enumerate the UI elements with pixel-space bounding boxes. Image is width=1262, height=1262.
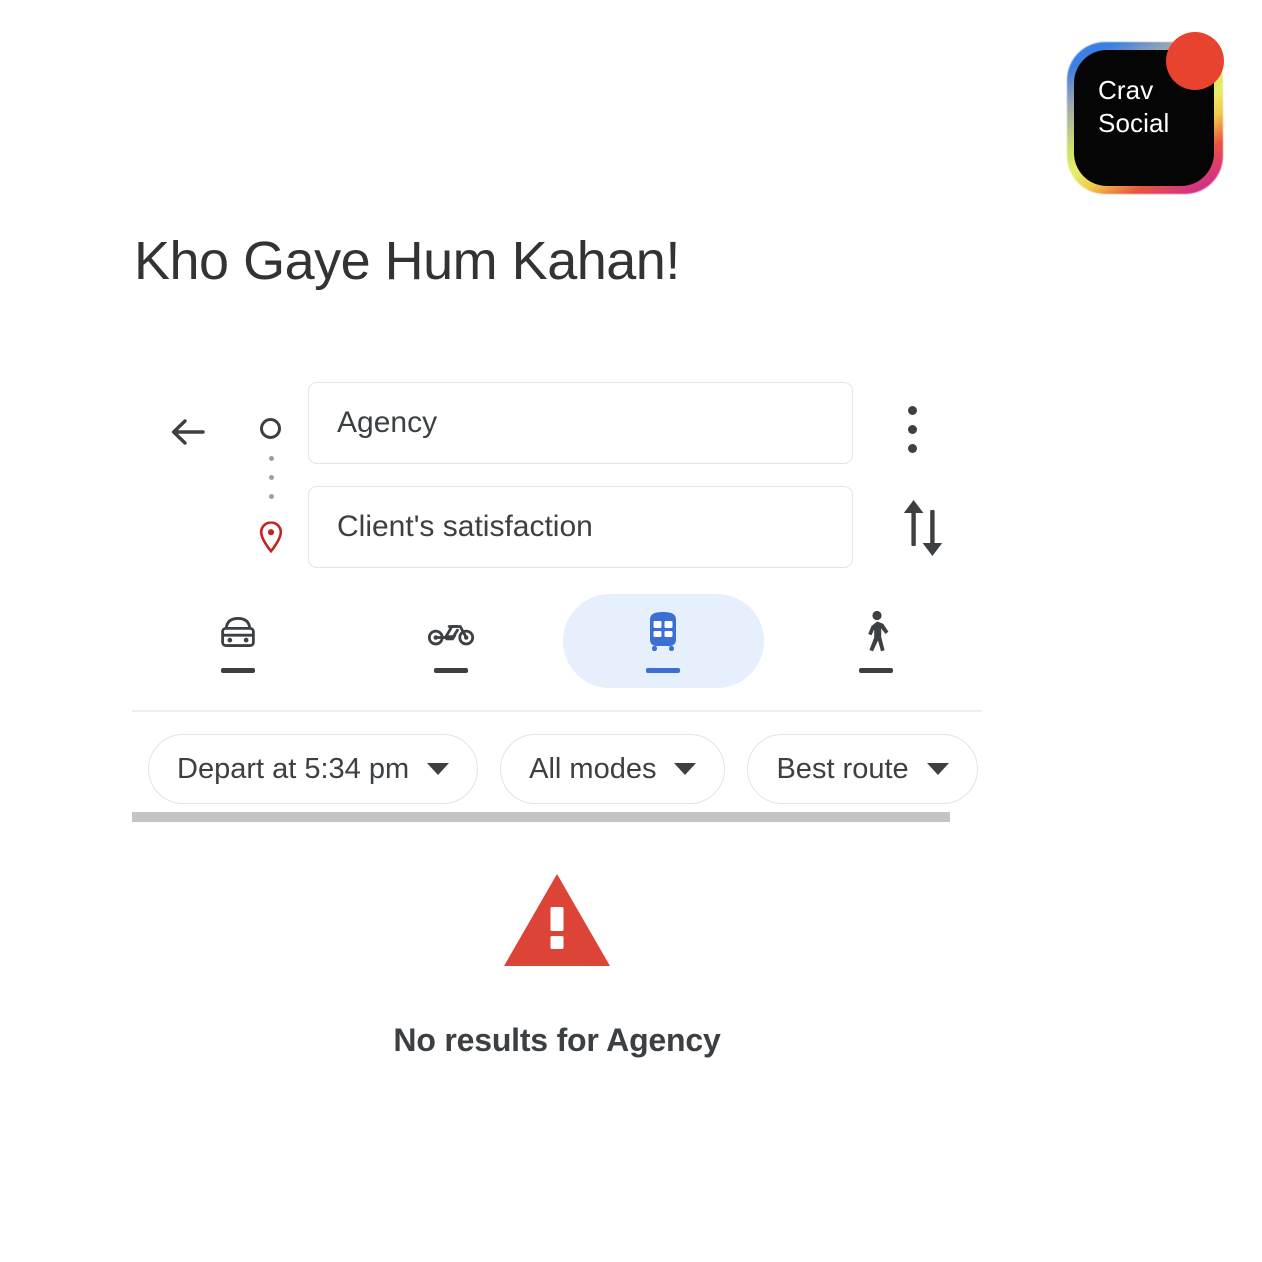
train-icon bbox=[645, 610, 681, 654]
travel-mode-tab-walking[interactable]: — bbox=[776, 594, 977, 688]
depart-time-chip[interactable]: Depart at 5:34 pm bbox=[148, 734, 479, 804]
chips-scrollbar-thumb[interactable] bbox=[132, 812, 950, 822]
no-results-message: No results for Agency bbox=[393, 1022, 721, 1058]
brand-notification-badge bbox=[1166, 32, 1224, 90]
directions-panel: Agency Client's satisfaction Depart at 5… bbox=[132, 372, 982, 824]
brand-name: Crav Social bbox=[1098, 75, 1170, 138]
car-icon bbox=[217, 610, 259, 654]
best-route-chip[interactable]: Best route bbox=[747, 734, 978, 804]
directions-inputs-section: Agency Client's satisfaction bbox=[132, 372, 982, 600]
swap-vertical-icon[interactable] bbox=[897, 500, 951, 556]
route-filter-chips: Depart at 5:34 pm All modes Best route bbox=[148, 734, 978, 804]
all-modes-chip-label: All modes bbox=[529, 752, 657, 785]
walk-icon bbox=[861, 610, 891, 654]
section-divider bbox=[132, 710, 982, 712]
travel-mode-duration-driving bbox=[221, 667, 256, 673]
brand-logo: Crav Social bbox=[1060, 32, 1228, 200]
destination-input-value: Client's satisfaction bbox=[337, 510, 593, 543]
route-endpoints-indicator bbox=[252, 402, 292, 562]
chevron-down-icon bbox=[674, 763, 697, 775]
origin-circle-icon bbox=[260, 418, 281, 439]
travel-mode-duration-walking bbox=[858, 667, 893, 673]
travel-mode-tab-two-wheeler[interactable]: — bbox=[351, 594, 552, 688]
chevron-down-icon bbox=[427, 763, 450, 775]
origin-input[interactable]: Agency bbox=[308, 382, 853, 464]
no-results-state: No results for Agency bbox=[132, 872, 982, 1059]
warning-triangle-icon bbox=[502, 872, 612, 968]
chips-scrollbar[interactable] bbox=[132, 812, 982, 822]
travel-mode-duration-two-wheeler bbox=[433, 667, 468, 673]
depart-time-chip-label: Depart at 5:34 pm bbox=[177, 752, 410, 785]
destination-input[interactable]: Client's satisfaction bbox=[308, 486, 853, 568]
page-title: Kho Gaye Hum Kahan! bbox=[134, 231, 680, 291]
back-button[interactable] bbox=[166, 410, 210, 454]
more-vert-icon[interactable] bbox=[908, 406, 920, 463]
travel-mode-tab-transit[interactable]: — bbox=[563, 594, 764, 688]
chevron-down-icon bbox=[926, 763, 949, 775]
motorcycle-icon bbox=[427, 610, 475, 654]
origin-input-value: Agency bbox=[337, 406, 438, 439]
route-dotted-connector bbox=[269, 456, 274, 516]
all-modes-chip[interactable]: All modes bbox=[500, 734, 726, 804]
destination-pin-icon bbox=[257, 520, 285, 554]
travel-mode-tabs: — — bbox=[132, 594, 982, 692]
best-route-chip-label: Best route bbox=[776, 752, 909, 785]
travel-mode-tab-driving[interactable]: — bbox=[138, 594, 339, 688]
travel-mode-duration-transit bbox=[646, 667, 681, 673]
